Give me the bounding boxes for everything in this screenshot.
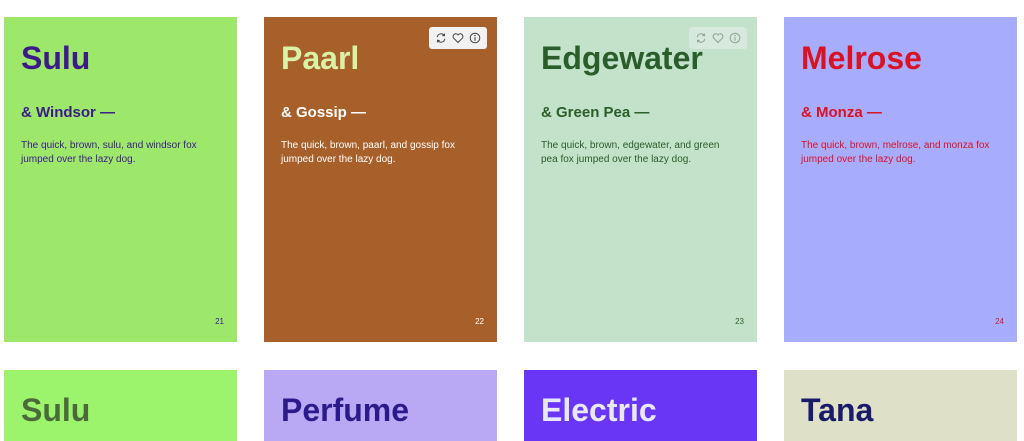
- palette-card-melrose[interactable]: Melrose & Monza — The quick, brown, melr…: [784, 17, 1017, 342]
- card-subtitle: & Monza —: [801, 104, 882, 121]
- palette-card-sulu[interactable]: Sulu & Windsor — The quick, brown, sulu,…: [4, 17, 237, 342]
- palette-card-sulu-2[interactable]: Sulu: [4, 370, 237, 441]
- card-body-text: The quick, brown, edgewater, and green p…: [541, 140, 720, 165]
- palette-card-edgewater[interactable]: Edgewater & Green Pea — The quick, brown…: [524, 17, 757, 342]
- card-title: Sulu: [21, 392, 91, 428]
- card-title: Electric: [541, 392, 657, 428]
- refresh-icon[interactable]: [694, 31, 708, 45]
- card-number: 23: [735, 317, 744, 326]
- card-title: Tana: [801, 392, 874, 428]
- card-title: Melrose: [801, 40, 922, 76]
- heart-icon[interactable]: [711, 31, 725, 45]
- card-body-text: The quick, brown, paarl, and gossip fox …: [281, 140, 455, 165]
- palette-card-perfume[interactable]: Perfume: [264, 370, 497, 441]
- card-title: Edgewater: [541, 40, 703, 76]
- card-subtitle: & Windsor —: [21, 104, 116, 121]
- info-icon[interactable]: [728, 31, 742, 45]
- card-number: 24: [995, 317, 1004, 326]
- heart-icon[interactable]: [451, 31, 465, 45]
- card-title: Perfume: [281, 392, 410, 428]
- palette-card-paarl[interactable]: Paarl & Gossip — The quick, brown, paarl…: [264, 17, 497, 342]
- refresh-icon[interactable]: [434, 31, 448, 45]
- card-title: Paarl: [281, 40, 360, 76]
- palette-card-electric[interactable]: Electric: [524, 370, 757, 441]
- card-body-text: The quick, brown, sulu, and windsor fox …: [21, 140, 197, 165]
- info-icon[interactable]: [468, 31, 482, 45]
- card-number: 21: [215, 317, 224, 326]
- card-subtitle: & Green Pea —: [541, 104, 650, 121]
- card-actions: [429, 27, 487, 49]
- card-body-text: The quick, brown, melrose, and monza fox…: [801, 140, 990, 165]
- card-actions: [689, 27, 747, 49]
- card-number: 22: [475, 317, 484, 326]
- card-title: Sulu: [21, 40, 91, 76]
- card-subtitle: & Gossip —: [281, 104, 367, 121]
- palette-card-tana[interactable]: Tana: [784, 370, 1017, 441]
